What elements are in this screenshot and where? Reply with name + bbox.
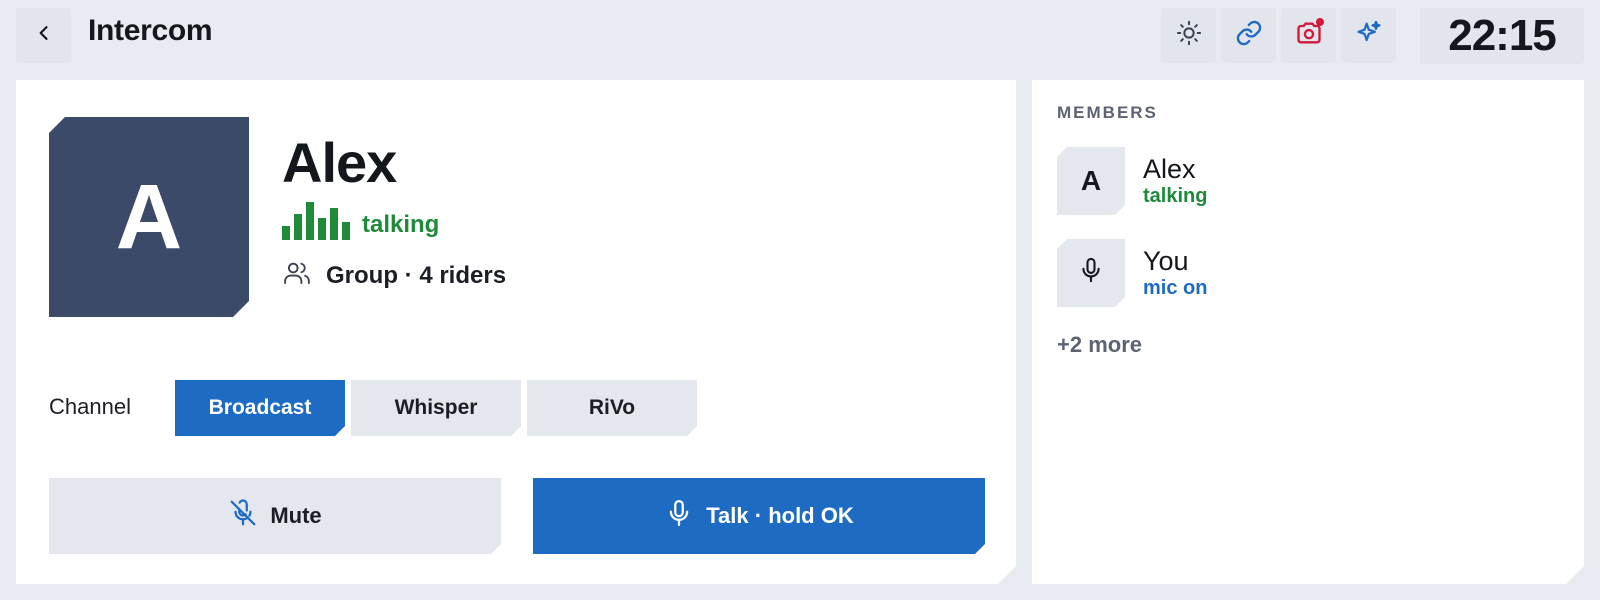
talk-label: Talk · hold OK bbox=[706, 503, 854, 528]
members-title: MEMBERS bbox=[1057, 103, 1158, 122]
group-label: Group · 4 riders bbox=[326, 261, 507, 289]
status-text: talking bbox=[362, 211, 440, 238]
member-status: mic on bbox=[1143, 277, 1208, 299]
group-info: Group · 4 riders bbox=[282, 258, 506, 293]
talk-button[interactable]: Talk · hold OK bbox=[533, 478, 985, 554]
member-avatar: A bbox=[1057, 147, 1125, 215]
app-title: Intercom bbox=[88, 14, 213, 47]
link-button[interactable] bbox=[1221, 8, 1276, 63]
member-name: Alex bbox=[1143, 154, 1196, 184]
mute-button[interactable]: Mute bbox=[49, 478, 501, 554]
member-name: You bbox=[1143, 246, 1189, 276]
member-avatar bbox=[1057, 239, 1125, 307]
channel-option-whisper[interactable]: Whisper bbox=[351, 380, 521, 436]
contact-avatar: A bbox=[49, 117, 249, 317]
channel-option-rivo[interactable]: RiVo bbox=[527, 380, 697, 436]
ai-assistant-button[interactable] bbox=[1341, 8, 1396, 63]
mute-label: Mute bbox=[270, 503, 322, 528]
camera-button[interactable] bbox=[1281, 8, 1336, 63]
channel-selector: Broadcast Whisper RiVo bbox=[175, 380, 697, 436]
audio-level-icon bbox=[282, 200, 350, 240]
recording-indicator bbox=[1316, 18, 1324, 26]
contact-status: talking bbox=[282, 200, 439, 240]
channel-label: Channel bbox=[49, 394, 131, 419]
link-icon bbox=[1235, 19, 1263, 52]
toolbar bbox=[1161, 8, 1396, 63]
users-icon bbox=[282, 258, 312, 293]
member-item-you[interactable]: You mic on bbox=[1057, 239, 1207, 307]
channel-option-broadcast[interactable]: Broadcast bbox=[175, 380, 345, 436]
chevron-left-icon bbox=[34, 23, 54, 48]
back-button[interactable] bbox=[16, 8, 71, 63]
member-status: talking bbox=[1143, 185, 1208, 207]
contact-name: Alex bbox=[282, 131, 397, 194]
microphone-icon bbox=[664, 498, 694, 534]
sun-icon bbox=[1175, 19, 1203, 52]
members-panel: MEMBERS A Alex talking You mic on +2 mor… bbox=[1032, 80, 1584, 584]
sparkle-icon bbox=[1355, 19, 1383, 52]
more-members-link[interactable]: +2 more bbox=[1057, 332, 1142, 358]
brightness-button[interactable] bbox=[1161, 8, 1216, 63]
member-item-alex[interactable]: A Alex talking bbox=[1057, 147, 1207, 215]
clock: 22:15 bbox=[1420, 8, 1584, 64]
microphone-icon bbox=[1077, 256, 1105, 291]
mic-off-icon bbox=[228, 498, 258, 534]
active-call-card: A Alex talking Group · 4 riders Channel … bbox=[16, 80, 1016, 584]
